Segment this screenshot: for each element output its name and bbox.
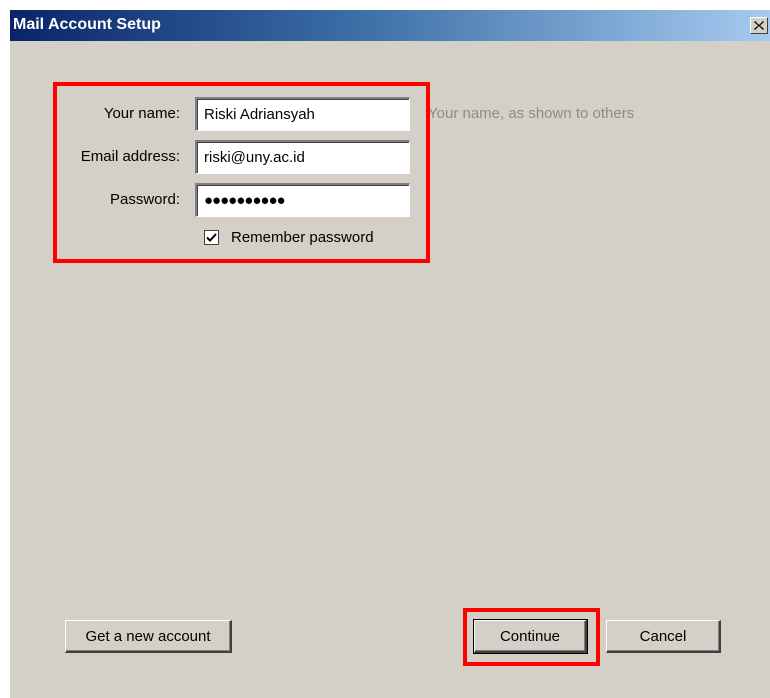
dialog-title: Mail Account Setup [13, 16, 161, 33]
password-input[interactable] [195, 183, 410, 217]
name-hint: Your name, as shown to others [428, 105, 635, 122]
title-bar[interactable]: Mail Account Setup [10, 10, 770, 41]
continue-button[interactable]: Continue [473, 619, 588, 654]
mail-account-setup-dialog: Mail Account Setup Your name: Your name,… [10, 10, 770, 698]
email-label: Email address: [80, 148, 180, 165]
checkbox-box[interactable] [204, 230, 219, 245]
get-new-account-button[interactable]: Get a new account [65, 620, 232, 653]
email-input[interactable] [195, 140, 410, 174]
password-label: Password: [109, 191, 180, 208]
checkmark-icon [206, 233, 217, 242]
name-label: Your name: [103, 105, 180, 122]
name-input[interactable] [195, 97, 410, 131]
remember-password-label: Remember password [231, 229, 374, 246]
cancel-button[interactable]: Cancel [606, 620, 721, 653]
close-button[interactable] [750, 17, 768, 34]
close-icon [754, 21, 764, 30]
